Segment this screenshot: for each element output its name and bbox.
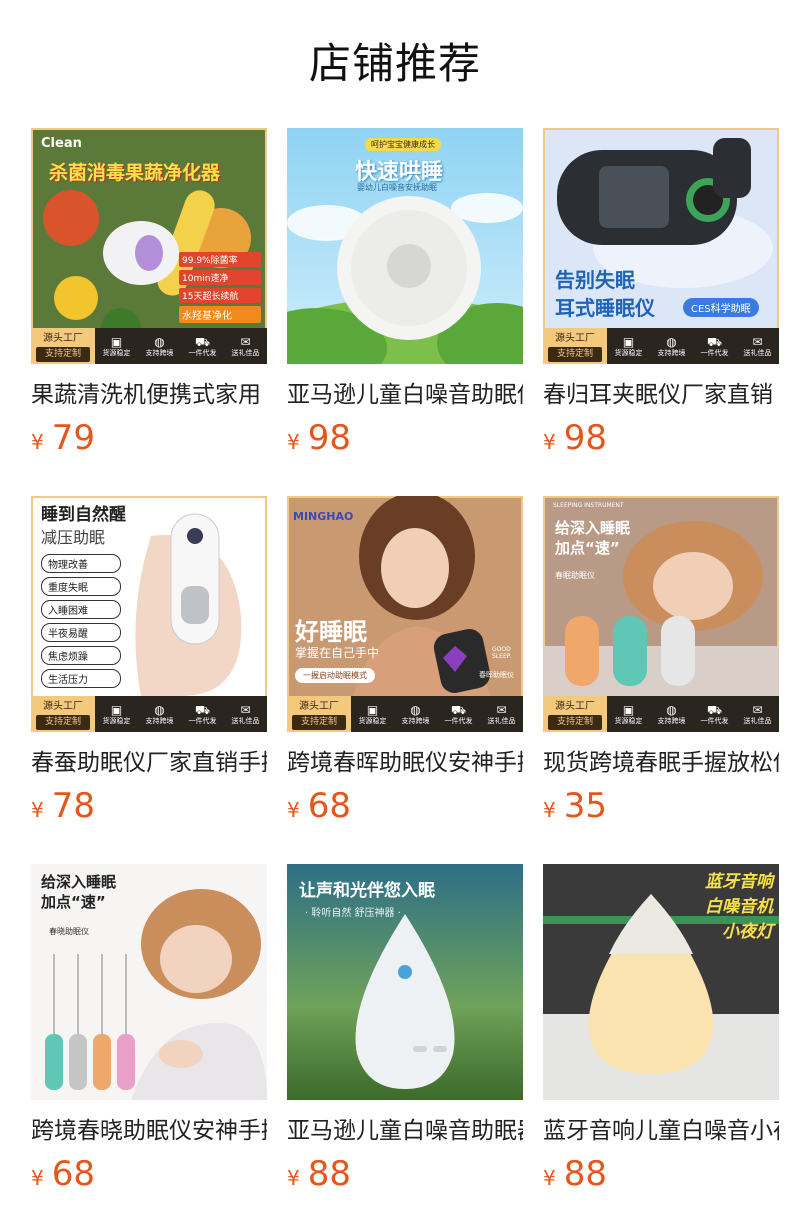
image-headline: 杀菌消毒果蔬净化器 [49, 162, 221, 184]
product-image[interactable]: 告别失眠 耳式睡眠仪 CES科学助眠 源头工厂 支持定制 ▣ 货源稳定 ◍ 支持跨境 … [543, 128, 779, 364]
factory-badge-bar: 源头工厂 支持定制 ▣ 货源稳定 ◍ 支持跨境 ⛟ 一件代发 ✉ 送礼佳品 [31, 328, 267, 364]
factory-badge-bar: 源头工厂 支持定制 ▣ 货源稳定 ◍ 支持跨境 ⛟ 一件代发 ✉ 送礼佳品 [287, 696, 523, 732]
image-headline: 让声和光伴您入眠 [299, 881, 435, 901]
factory-badge-bar: 源头工厂 支持定制 ▣ 货源稳定 ◍ 支持跨境 ⛟ 一件代发 ✉ 送礼佳品 [31, 696, 267, 732]
product-price: ¥68 [31, 1154, 95, 1194]
image-headline: 蓝牙音响 [705, 872, 773, 892]
truck-icon: ⛟ [194, 334, 211, 349]
product-price: ¥79 [31, 418, 95, 458]
box-icon: ▣ [110, 334, 123, 349]
product-image[interactable]: 蓝牙音响 白噪音机 小夜灯 [543, 864, 779, 1100]
product-card[interactable]: 呵护宝宝健康成长 快速哄睡 婴幼儿白噪音安抚助眠 亚马逊儿童白噪音助眠仪 ¥98 [287, 128, 523, 458]
brand-logo: MINGHAO [293, 510, 354, 523]
page-title: 店铺推荐 [308, 39, 481, 88]
gift-icon: ✉ [240, 702, 251, 717]
product-price: ¥35 [543, 786, 607, 826]
factory-badge-bar: 源头工厂 支持定制 ▣ 货源稳定 ◍ 支持跨境 ⛟ 一件代发 ✉ 送礼佳品 [543, 328, 779, 364]
product-price: ¥98 [287, 418, 351, 458]
brand-logo: Clean [41, 136, 82, 151]
box-icon: ▣ [622, 702, 635, 717]
product-price: ¥98 [543, 418, 607, 458]
globe-icon: ◍ [154, 702, 165, 717]
product-image[interactable]: 给深入睡眠 加点“速” 春晓助眠仪 [31, 864, 267, 1100]
symptom-tags: 物理改善 重度失眠 入睡困难 半夜易醒 焦虑烦躁 生活压力 [41, 554, 121, 688]
product-card[interactable]: SLEEPING INSTRUMENT 给深入睡眠 加点“速” 春眠助眠仪 源头… [543, 496, 779, 826]
product-image[interactable]: Clean 杀菌消毒果蔬净化器 99.9%除菌率 10min速净 15天超长续航… [31, 128, 267, 364]
product-name[interactable]: 春归耳夹眠仪厂家直销 [543, 378, 779, 412]
product-name[interactable]: 跨境春晓助眠仪安神手握 [31, 1114, 267, 1148]
image-headline: 好睡眠 [295, 618, 367, 646]
product-image[interactable]: 呵护宝宝健康成长 快速哄睡 婴幼儿白噪音安抚助眠 [287, 128, 523, 364]
product-price: ¥88 [287, 1154, 351, 1194]
image-headline: 告别失眠 [555, 268, 635, 292]
product-price: ¥68 [287, 786, 351, 826]
truck-icon: ⛟ [706, 334, 723, 349]
globe-icon: ◍ [154, 334, 165, 349]
product-card[interactable]: Clean 杀菌消毒果蔬净化器 99.9%除菌率 10min速净 15天超长续航… [31, 128, 267, 458]
box-icon: ▣ [366, 702, 379, 717]
product-name[interactable]: 春蚕助眠仪厂家直销手握 [31, 746, 267, 780]
product-image[interactable]: 让声和光伴您入眠 · 聆听自然 舒压神器 · [287, 864, 523, 1100]
product-image[interactable]: SLEEPING INSTRUMENT 给深入睡眠 加点“速” 春眠助眠仪 源头… [543, 496, 779, 732]
product-image[interactable]: MINGHAO 好睡眠 掌握在自己手中 一握启动助眠模式 GOOD SLEEP.… [287, 496, 523, 732]
product-name[interactable]: 亚马逊儿童白噪音助眠器 [287, 1114, 523, 1148]
gift-icon: ✉ [752, 334, 763, 349]
product-image[interactable]: 睡到自然醒 减压助眠 物理改善 重度失眠 入睡困难 半夜易醒 焦虑烦躁 生活压力… [31, 496, 267, 732]
image-headline: 给深入睡眠 [555, 519, 631, 537]
product-card[interactable]: 让声和光伴您入眠 · 聆听自然 舒压神器 · 亚马逊儿童白噪音助眠器 ¥88 [287, 864, 523, 1194]
truck-icon: ⛟ [194, 702, 211, 717]
truck-icon: ⛟ [450, 702, 467, 717]
product-name[interactable]: 跨境春晖助眠仪安神手握 [287, 746, 523, 780]
product-name[interactable]: 亚马逊儿童白噪音助眠仪 [287, 378, 523, 412]
product-card[interactable]: 睡到自然醒 减压助眠 物理改善 重度失眠 入睡困难 半夜易醒 焦虑烦躁 生活压力… [31, 496, 267, 826]
gift-icon: ✉ [240, 334, 251, 349]
feature-tags: 99.9%除菌率 10min速净 15天超长续航 水羟基净化 [179, 252, 261, 323]
product-name[interactable]: 果蔬清洗机便携式家用 [31, 378, 267, 412]
product-price: ¥78 [31, 786, 95, 826]
box-icon: ▣ [622, 334, 635, 349]
factory-badge-bar: 源头工厂 支持定制 ▣ 货源稳定 ◍ 支持跨境 ⛟ 一件代发 ✉ 送礼佳品 [543, 696, 779, 732]
product-card[interactable]: 给深入睡眠 加点“速” 春晓助眠仪 跨境春晓助眠仪安神手握 ¥68 [31, 864, 267, 1194]
product-card[interactable]: MINGHAO 好睡眠 掌握在自己手中 一握启动助眠模式 GOOD SLEEP.… [287, 496, 523, 826]
gift-icon: ✉ [752, 702, 763, 717]
product-price: ¥88 [543, 1154, 607, 1194]
image-headline: 睡到自然醒 [41, 505, 126, 525]
start-sleep-button: 一握启动助眠模式 [295, 668, 375, 683]
product-card[interactable]: 蓝牙音响 白噪音机 小夜灯 蓝牙音响儿童白噪音小夜灯 ¥88 [543, 864, 779, 1194]
globe-icon: ◍ [666, 702, 677, 717]
product-name[interactable]: 现货跨境春眠手握放松仪 [543, 746, 779, 780]
product-card[interactable]: 告别失眠 耳式睡眠仪 CES科学助眠 源头工厂 支持定制 ▣ 货源稳定 ◍ 支持跨境 … [543, 128, 779, 458]
truck-icon: ⛟ [706, 702, 723, 717]
box-icon: ▣ [110, 702, 123, 717]
image-headline: 给深入睡眠 [41, 873, 117, 891]
product-name[interactable]: 蓝牙音响儿童白噪音小夜灯 [543, 1114, 779, 1148]
globe-icon: ◍ [666, 334, 677, 349]
globe-icon: ◍ [410, 702, 421, 717]
gift-icon: ✉ [496, 702, 507, 717]
